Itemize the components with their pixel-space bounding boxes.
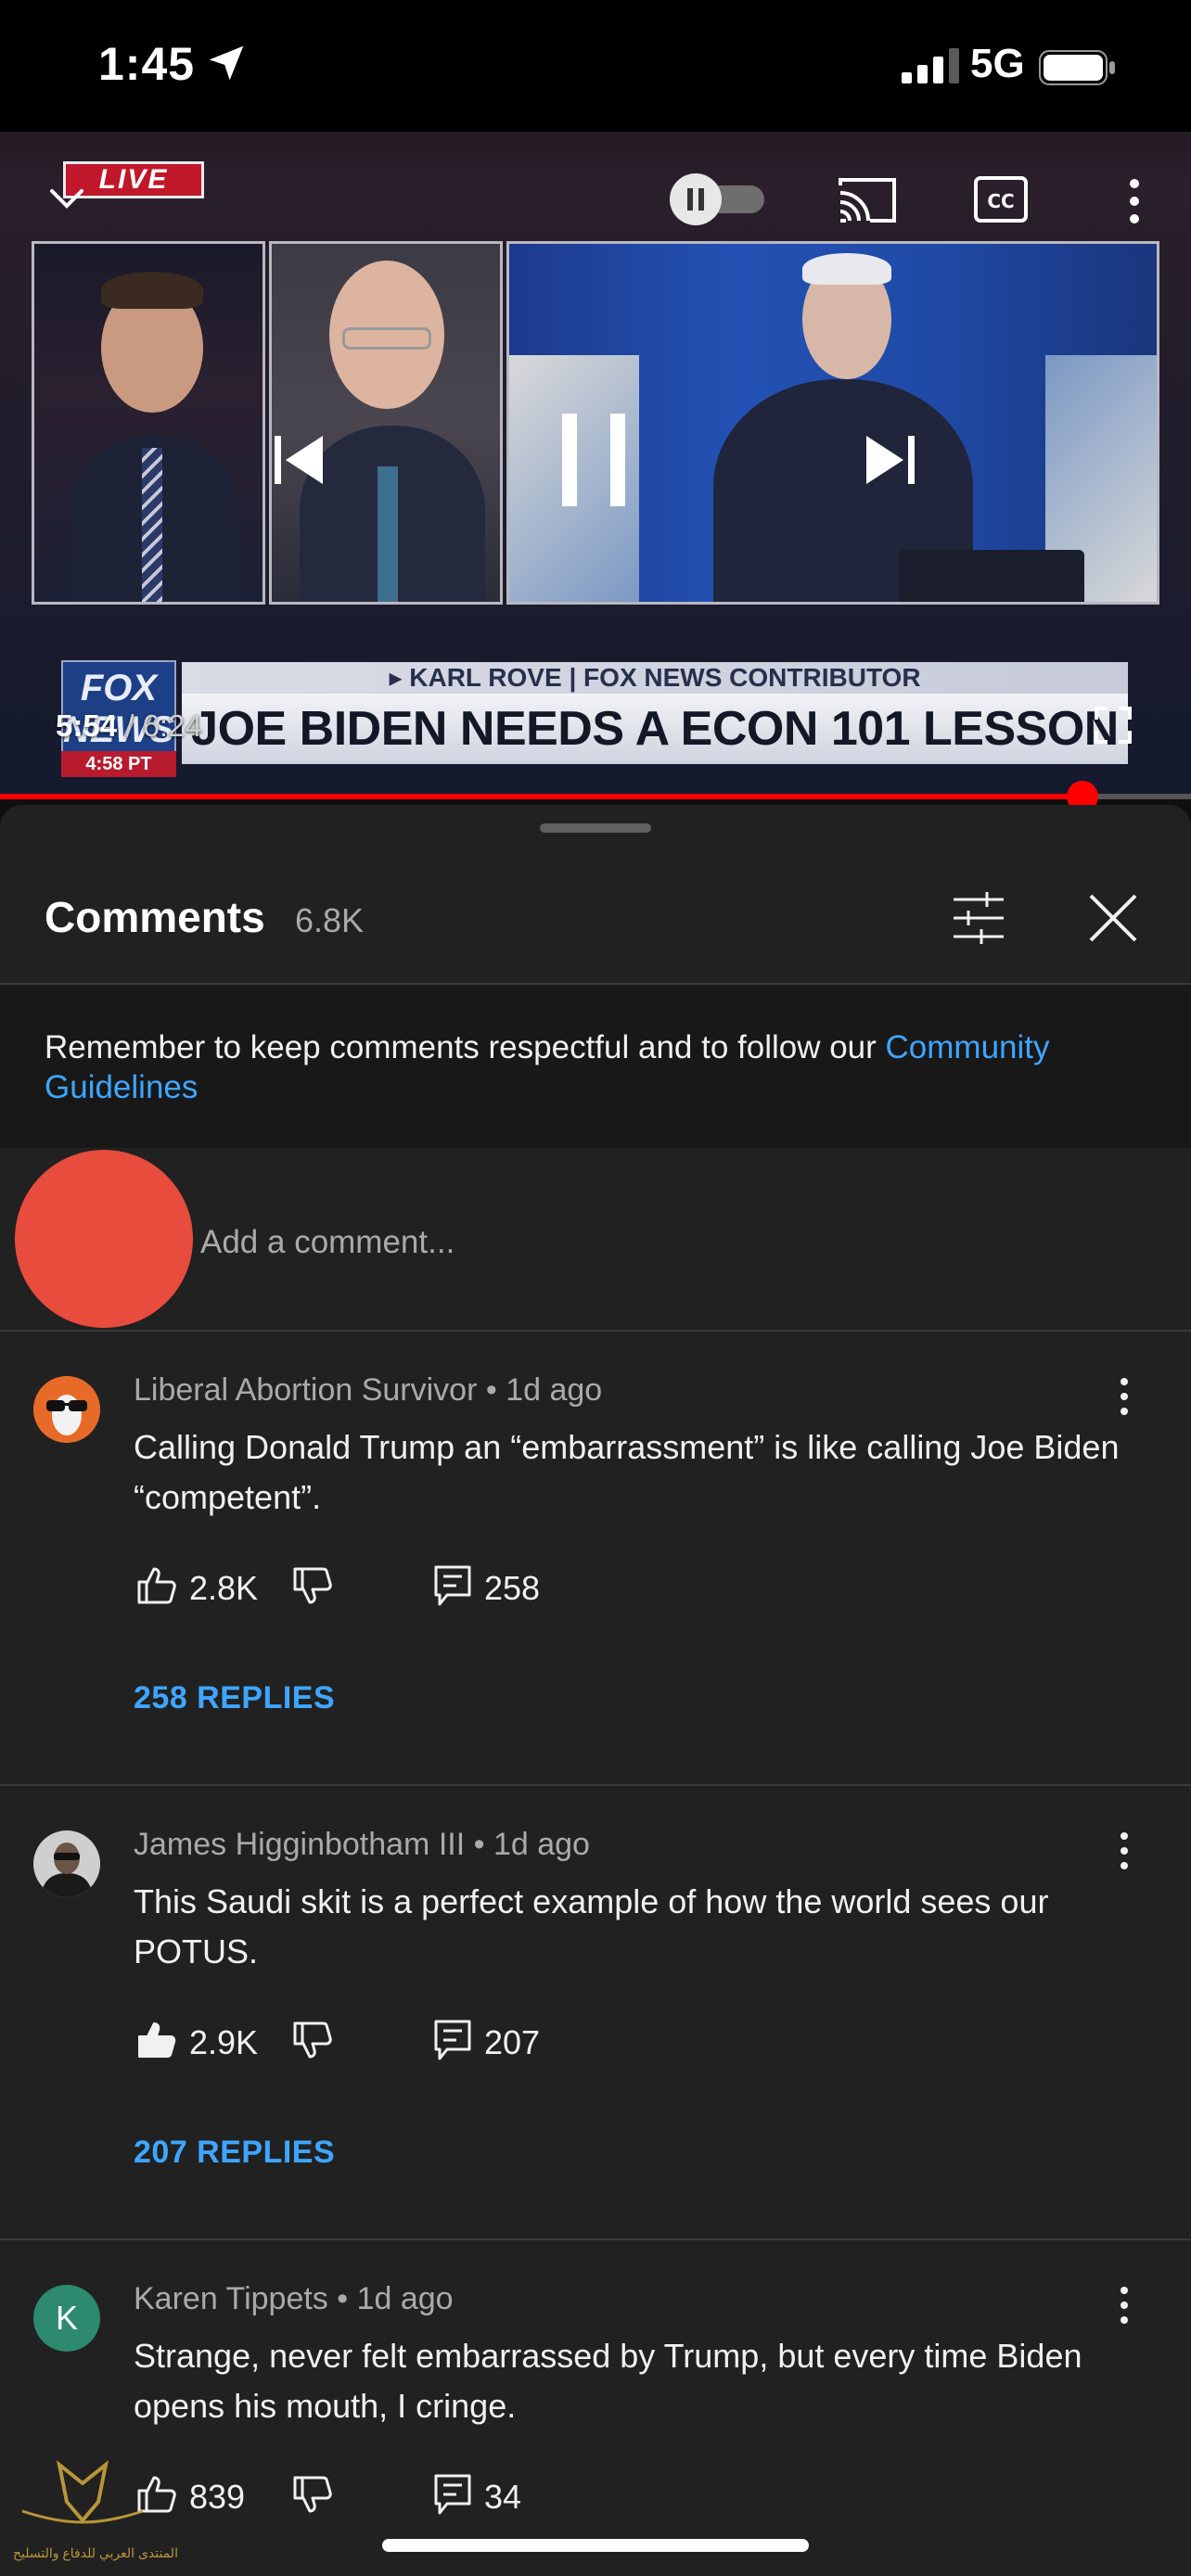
comment-more-icon[interactable] <box>1102 2283 1146 2327</box>
comment-age: 1d ago <box>493 1827 590 1862</box>
like-count: 839 <box>189 2478 246 2516</box>
status-time: 1:45 <box>98 38 196 90</box>
svg-text:CC: CC <box>987 190 1014 212</box>
like-count: 2.8K <box>189 1569 259 1607</box>
comment-author[interactable]: Karen Tippets <box>134 2281 328 2316</box>
comments-sheet: Comments 6.8K Remember to keep comments … <box>0 805 1191 2576</box>
like-count: 2.9K <box>189 2023 259 2061</box>
location-arrow-icon <box>209 45 244 81</box>
comment-meta: James Higginbotham III • 1d ago <box>134 1827 590 1862</box>
comment-author[interactable]: James Higginbotham III <box>134 1827 465 1862</box>
comment-age: 1d ago <box>506 1372 603 1408</box>
thumbs-up-filled-icon[interactable] <box>134 2018 178 2062</box>
thumbs-down-icon[interactable] <box>289 1563 334 1608</box>
user-avatar[interactable] <box>15 1150 193 1328</box>
shield-emblem-icon <box>21 2460 144 2524</box>
lower-third-subtitle: ▸ KARL ROVE | FOX NEWS CONTRIBUTOR <box>182 662 1128 694</box>
comment-more-icon[interactable] <box>1102 1829 1146 1873</box>
current-time: 5:54 <box>56 708 118 743</box>
guidelines-text: Remember to keep comments respectful and… <box>45 1029 886 1065</box>
reply-icon[interactable] <box>430 2018 475 2062</box>
comment-item: Liberal Abortion Survivor • 1d ago Calli… <box>0 1330 1191 1784</box>
lower-third-headline: JOE BIDEN NEEDS A ECON 101 LESSON <box>182 694 1128 764</box>
comments-count: 6.8K <box>295 901 365 939</box>
progress-bar[interactable] <box>0 794 1191 799</box>
letter-avatar[interactable]: K <box>33 2285 100 2352</box>
captions-icon[interactable]: CC <box>974 176 1028 223</box>
reply-count: 258 <box>484 1569 541 1607</box>
comment-text: Strange, never felt embarrassed by Trump… <box>134 2337 1082 2425</box>
home-indicator[interactable] <box>382 2539 809 2552</box>
video-panel-host <box>32 241 265 605</box>
thumbs-up-icon[interactable] <box>134 1563 178 1608</box>
close-icon[interactable] <box>1087 892 1139 944</box>
cellular-signal-icon <box>902 48 959 83</box>
video-panel-guest <box>269 241 503 605</box>
watermark-text: المنتدى العربي للدفاع والتسليح <box>13 2545 178 2560</box>
view-replies-button[interactable]: 258 REPLIES <box>134 1680 335 1716</box>
guidelines-notice: Remember to keep comments respectful and… <box>0 985 1191 1148</box>
comment-author[interactable]: Liberal Abortion Survivor <box>134 1372 477 1408</box>
comment-item: K Karen Tippets • 1d ago Strange, never … <box>0 2238 1191 2576</box>
next-icon[interactable] <box>861 430 920 490</box>
time-display: 5:54 / 6:24 <box>56 708 202 743</box>
duration: 6:24 <box>142 708 202 743</box>
status-bar: 1:45 5G <box>0 0 1191 132</box>
reply-count: 207 <box>484 2023 541 2061</box>
thumbs-down-icon[interactable] <box>289 2472 334 2517</box>
comment-item: James Higginbotham III • 1d ago This Sau… <box>0 1784 1191 2238</box>
thumbs-down-icon[interactable] <box>289 2018 334 2062</box>
fullscreen-icon[interactable] <box>1095 707 1132 744</box>
reply-count: 34 <box>484 2478 522 2516</box>
reply-icon[interactable] <box>430 2472 475 2517</box>
video-player[interactable]: LIVE FOX NEWS 4:58 PT ▸ KARL ROVE | FOX … <box>0 132 1191 797</box>
comment-text: This Saudi skit is a perfect example of … <box>134 1882 1049 1970</box>
cast-icon[interactable] <box>837 176 898 224</box>
comment-text: Calling Donald Trump an “embarrassment” … <box>134 1428 1120 1516</box>
photo-avatar[interactable] <box>33 1830 100 1897</box>
comment-meta: Karen Tippets • 1d ago <box>134 2281 454 2316</box>
autoplay-toggle[interactable] <box>664 172 770 226</box>
drag-handle[interactable] <box>540 823 651 833</box>
add-comment-row[interactable]: Add a comment... <box>0 1148 1191 1330</box>
goat-sunglasses-icon[interactable] <box>33 1376 100 1443</box>
battery-icon <box>1039 50 1115 85</box>
reply-icon[interactable] <box>430 1563 475 1608</box>
broadcast-clock: 4:58 PT <box>61 751 176 777</box>
comment-age: 1d ago <box>356 2281 454 2316</box>
pause-icon[interactable] <box>553 410 634 510</box>
avatar-letter: K <box>55 2299 78 2337</box>
minimize-chevron-icon[interactable] <box>45 180 89 217</box>
comments-title: Comments <box>45 893 265 941</box>
more-options-icon[interactable] <box>1122 178 1146 224</box>
add-comment-input[interactable]: Add a comment... <box>200 1218 1128 1267</box>
forum-watermark: المنتدى العربي للدفاع والتسليح <box>13 2455 178 2567</box>
view-replies-button[interactable]: 207 REPLIES <box>134 2135 335 2171</box>
progress-fill <box>0 794 1083 799</box>
network-type: 5G <box>970 41 1025 86</box>
filter-sliders-icon[interactable] <box>952 892 1005 944</box>
previous-icon[interactable] <box>269 430 328 490</box>
comment-more-icon[interactable] <box>1102 1374 1146 1419</box>
comment-meta: Liberal Abortion Survivor • 1d ago <box>134 1372 603 1408</box>
